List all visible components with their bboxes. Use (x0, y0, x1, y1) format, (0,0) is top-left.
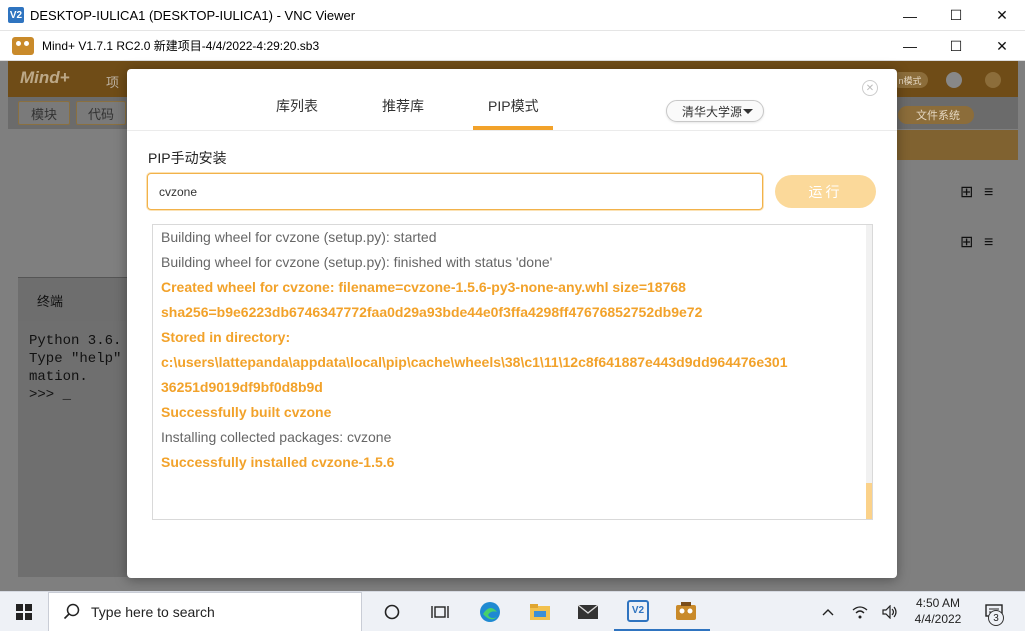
log-line: Successfully installed cvzone-1.5.6 (161, 454, 395, 470)
vnc-app-icon: V2 (8, 7, 24, 23)
pip-output-log[interactable]: Building wheel for cvzone (setup.py): st… (152, 224, 873, 520)
terminal-label: 终端 (37, 294, 64, 309)
log-line: Successfully built cvzone (161, 404, 332, 420)
mail-icon[interactable] (564, 592, 612, 631)
vnc-taskbar-icon[interactable]: V2 (614, 592, 662, 631)
cortana-icon[interactable] (368, 592, 416, 631)
log-line: sha256=b9e6223db6746347772faa0d29a93bde4… (161, 304, 703, 320)
windows-logo-icon (16, 604, 32, 620)
app-logo: Mind+ (20, 68, 70, 87)
mind-window-title: Mind+ V1.7.1 RC2.0 新建项目-4/4/2022-4:29:20… (42, 39, 320, 53)
run-button[interactable]: 运行 (775, 175, 876, 208)
right-panel-header (896, 130, 1018, 160)
vnc-close-button[interactable]: ✕ (979, 0, 1025, 31)
gear-icon[interactable] (985, 72, 1001, 88)
pip-manual-install-label: PIP手动安装 (148, 150, 227, 166)
mode-pill[interactable]: n模式 (892, 72, 928, 88)
notification-count-badge: 3 (988, 610, 1004, 626)
log-line: Building wheel for cvzone (setup.py): fi… (161, 254, 553, 270)
mind-robot-icon (12, 36, 34, 55)
volume-icon[interactable] (878, 592, 902, 631)
new-file-icon-2[interactable]: ⊞ (960, 232, 973, 252)
vnc-maximize-button[interactable]: ☐ (933, 0, 979, 31)
terminal-line: Type "help" (29, 351, 122, 367)
tab-blocks[interactable]: 模块 (18, 101, 70, 125)
app-menu-project[interactable]: 项 (106, 72, 119, 91)
clock-date: 4/4/2022 (914, 612, 962, 626)
edge-browser-icon[interactable] (466, 592, 514, 631)
menu-icon-2[interactable]: ≡ (984, 234, 993, 252)
clock-time: 4:50 AM (915, 596, 961, 610)
pip-package-input[interactable] (147, 173, 763, 210)
vnc-minimize-button[interactable]: — (887, 0, 933, 31)
mind-title-bar: Mind+ V1.7.1 RC2.0 新建项目-4/4/2022-4:29:20… (0, 31, 1025, 61)
taskbar-search-box[interactable]: Type here to search (48, 592, 362, 631)
chevron-down-icon (743, 109, 753, 114)
windows-taskbar: Type here to search V2 4:50 AM 4/4/2022 … (0, 591, 1025, 631)
terminal-header (18, 277, 138, 321)
log-line: Stored in directory: (161, 329, 291, 345)
chevron-up-icon[interactable] (816, 592, 840, 631)
mirror-source-dropdown[interactable]: 清华大学源 (666, 100, 764, 122)
log-line: c:\users\lattepanda\appdata\local\pip\ca… (161, 354, 788, 370)
tab-code[interactable]: 代码 (76, 101, 126, 125)
tab-pip-mode[interactable]: PIP模式 (488, 96, 539, 116)
system-clock[interactable]: 4:50 AM 4/4/2022 (903, 595, 973, 627)
vnc-window-title: DESKTOP-IULICA1 (DESKTOP-IULICA1) - VNC … (30, 7, 356, 23)
mind-plus-taskbar-icon[interactable] (662, 592, 710, 631)
search-icon (63, 603, 80, 620)
terminal-line: mation. (29, 369, 88, 385)
active-tab-indicator (473, 126, 553, 130)
mirror-source-value: 清华大学源 (682, 104, 743, 119)
library-manager-dialog: 库列表 推荐库 PIP模式 清华大学源 ✕ PIP手动安装 运行 Buildin… (127, 69, 897, 578)
close-icon[interactable]: ✕ (862, 80, 878, 96)
log-line: Created wheel for cvzone: filename=cvzon… (161, 279, 686, 295)
log-scrollbar-thumb[interactable] (866, 483, 872, 519)
log-line: Building wheel for cvzone (setup.py): st… (161, 229, 437, 245)
mind-minimize-button[interactable]: — (887, 31, 933, 61)
menu-icon[interactable]: ≡ (984, 184, 993, 202)
search-placeholder: Type here to search (91, 604, 215, 620)
tab-library-list[interactable]: 库列表 (276, 96, 318, 116)
file-explorer-icon[interactable] (516, 592, 564, 631)
log-scrollbar[interactable] (866, 225, 872, 519)
mind-maximize-button[interactable]: ☐ (933, 31, 979, 61)
network-icon[interactable] (848, 592, 872, 631)
tab-recommended[interactable]: 推荐库 (382, 96, 424, 116)
dialog-tab-bar: 库列表 推荐库 PIP模式 清华大学源 (127, 69, 897, 131)
terminal-line: Python 3.6. (29, 333, 122, 349)
file-system-button[interactable]: 文件系统 (898, 106, 974, 124)
log-line: Installing collected packages: cvzone (161, 429, 392, 445)
task-view-icon[interactable] (416, 592, 464, 631)
mind-close-button[interactable]: ✕ (979, 31, 1025, 61)
user-avatar-icon[interactable] (946, 72, 962, 88)
new-file-icon[interactable]: ⊞ (960, 182, 973, 202)
terminal-line: >>> _ (29, 387, 72, 403)
vnc-title-bar: V2 DESKTOP-IULICA1 (DESKTOP-IULICA1) - V… (0, 0, 1025, 31)
start-button[interactable] (0, 592, 48, 631)
log-line: 36251d9019df9bf0d8b9d (161, 379, 323, 395)
